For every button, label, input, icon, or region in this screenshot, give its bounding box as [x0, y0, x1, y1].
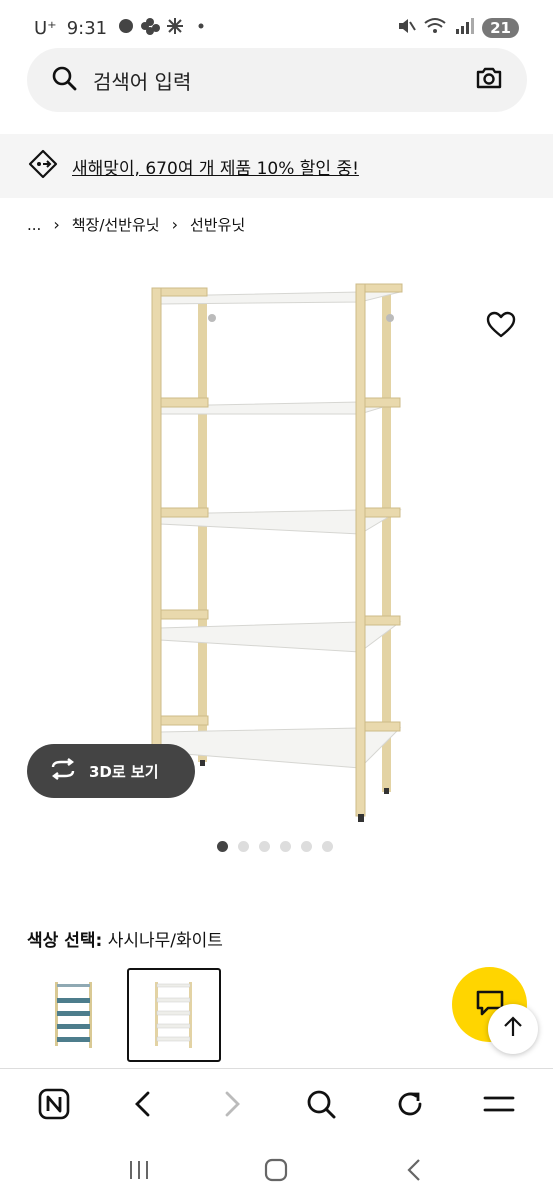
notification-icons: [117, 16, 207, 41]
breadcrumb-item-current[interactable]: 선반유닛: [190, 214, 245, 235]
carousel-dot[interactable]: [259, 841, 270, 852]
system-back-icon[interactable]: [390, 1146, 438, 1194]
browser-toolbar: [0, 1068, 553, 1138]
home-icon[interactable]: [252, 1146, 300, 1194]
search-input[interactable]: 검색어 입력: [93, 66, 475, 95]
search-icon[interactable]: [51, 65, 77, 95]
carousel-dot[interactable]: [217, 841, 228, 852]
recent-apps-icon[interactable]: [115, 1146, 163, 1194]
price-tag-icon: [28, 149, 58, 183]
search-icon[interactable]: [297, 1080, 345, 1128]
clock: 9:31: [66, 17, 108, 39]
view-3d-label: 3D로 보기: [89, 762, 159, 781]
breadcrumb-item-category[interactable]: 책장/선반유닛: [72, 214, 160, 235]
arrow-up-icon: [502, 1016, 524, 1042]
view-3d-button[interactable]: 3D로 보기: [27, 744, 195, 798]
color-selection: 색상 선택: 사시나무/화이트: [27, 926, 223, 951]
wifi-icon: [424, 16, 446, 41]
promo-banner[interactable]: 새해맞이, 670여 개 제품 10% 할인 중!: [0, 134, 553, 198]
color-selection-value: 사시나무/화이트: [107, 931, 223, 951]
carousel-dot[interactable]: [280, 841, 291, 852]
chevron-right-icon: ›: [171, 215, 178, 234]
signal-icon: [454, 16, 475, 41]
mute-icon: [396, 16, 416, 41]
refresh-icon[interactable]: [386, 1080, 434, 1128]
carousel-dots: [217, 841, 333, 852]
breadcrumb-item-ellipsis[interactable]: ...: [27, 216, 41, 234]
battery-indicator: 21: [482, 18, 519, 38]
naver-home-button[interactable]: [30, 1080, 78, 1128]
promo-link[interactable]: 새해맞이, 670여 개 제품 10% 할인 중!: [72, 154, 359, 179]
color-swatch-blue-grey[interactable]: [27, 968, 121, 1062]
color-swatch-aspen-white[interactable]: [127, 968, 221, 1062]
breadcrumb: ... › 책장/선반유닛 › 선반유닛: [27, 214, 245, 235]
carousel-dot[interactable]: [301, 841, 312, 852]
carrier-label: U⁺: [34, 17, 57, 39]
carousel-dot[interactable]: [238, 841, 249, 852]
system-navigation-bar: [0, 1140, 553, 1200]
rotate-3d-icon: [49, 758, 77, 784]
back-button[interactable]: [119, 1080, 167, 1128]
camera-search-icon[interactable]: [475, 65, 503, 95]
heart-icon[interactable]: [486, 310, 516, 340]
menu-icon[interactable]: [475, 1080, 523, 1128]
scroll-to-top-button[interactable]: [488, 1004, 538, 1054]
chevron-right-icon: ›: [53, 215, 60, 234]
color-selection-label: 색상 선택:: [27, 931, 103, 951]
search-bar[interactable]: 검색어 입력: [27, 48, 527, 112]
carousel-dot[interactable]: [322, 841, 333, 852]
forward-button[interactable]: [208, 1080, 256, 1128]
